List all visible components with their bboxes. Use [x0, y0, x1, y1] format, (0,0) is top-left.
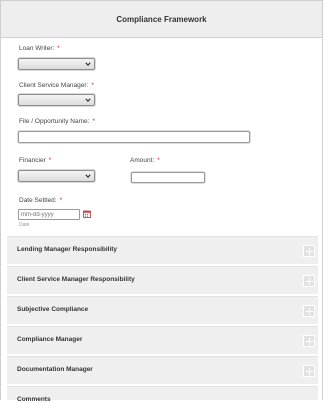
date-sublabel: Date — [19, 222, 30, 228]
loan-writer-label: Loan Writer: * — [19, 45, 60, 52]
expand-plus-icon[interactable] — [303, 245, 315, 257]
chevron-down-icon — [85, 98, 91, 103]
file-opportunity-name-label: File / Opportunity Name: * — [19, 118, 95, 125]
section-title: Lending Manager Responsibility — [17, 246, 118, 253]
amount-label: Amount: * — [130, 157, 160, 164]
section-comments[interactable]: Comments — [7, 386, 318, 403]
required-marker: * — [91, 82, 94, 89]
client-service-manager-label: Client Service Manager: * — [19, 82, 94, 89]
financier-select[interactable] — [18, 170, 95, 182]
section-subjective-compliance[interactable]: Subjective Compliance — [7, 296, 318, 324]
chevron-down-icon — [85, 174, 91, 179]
form-header: Compliance Framework — [1, 1, 322, 38]
calendar-icon[interactable] — [83, 210, 91, 218]
form-title: Compliance Framework — [116, 14, 207, 24]
section-lending-manager-responsibility[interactable]: Lending Manager Responsibility — [7, 236, 318, 264]
required-marker: * — [92, 118, 95, 125]
required-marker: * — [48, 157, 52, 164]
expand-plus-icon[interactable] — [303, 305, 315, 317]
section-title: Client Service Manager Responsibility — [17, 276, 135, 283]
section-documentation-manager[interactable]: Documentation Manager — [7, 356, 318, 384]
amount-input[interactable] — [131, 172, 205, 183]
section-title: Compliance Manager — [17, 336, 83, 343]
section-title: Subjective Compliance — [17, 306, 89, 313]
expand-plus-icon[interactable] — [303, 275, 315, 287]
date-settled-input[interactable] — [18, 209, 80, 220]
financier-label: Financier * — [19, 157, 52, 164]
required-marker: * — [157, 157, 160, 164]
section-client-service-manager-responsibility[interactable]: Client Service Manager Responsibility — [7, 266, 318, 294]
client-service-manager-select[interactable] — [18, 94, 95, 106]
expand-plus-icon[interactable] — [303, 335, 315, 347]
expand-plus-icon[interactable] — [303, 365, 315, 377]
date-settled-label: Date Settled: * — [19, 197, 63, 204]
required-marker: * — [57, 45, 60, 52]
required-marker: * — [59, 197, 63, 204]
file-opportunity-name-input[interactable] — [18, 131, 250, 143]
loan-writer-select[interactable] — [18, 58, 95, 70]
section-compliance-manager[interactable]: Compliance Manager — [7, 326, 318, 354]
section-title: Documentation Manager — [17, 366, 93, 373]
chevron-down-icon — [85, 62, 91, 67]
